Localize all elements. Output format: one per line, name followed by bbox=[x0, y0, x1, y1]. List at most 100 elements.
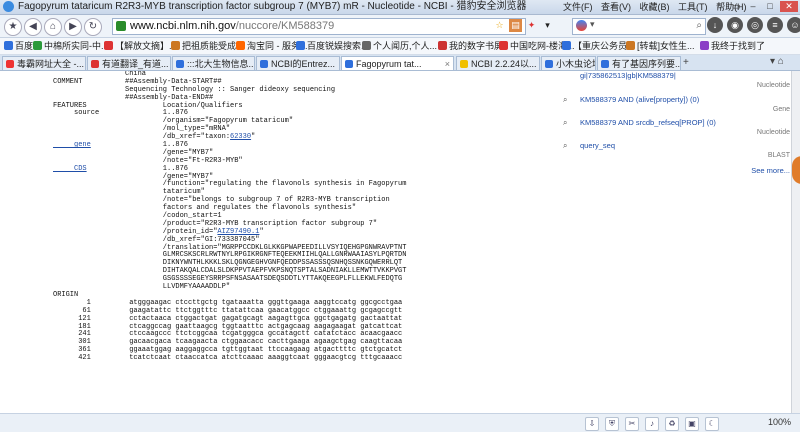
vertical-scrollbar[interactable] bbox=[791, 71, 800, 413]
recent-activity-item[interactable]: ⌕ query_seq bbox=[560, 141, 790, 151]
refresh-button[interactable]: ↻ bbox=[84, 18, 102, 36]
browser-tab[interactable]: :::北大生物信息... bbox=[172, 56, 255, 70]
record-value-tail: " bbox=[251, 133, 256, 142]
recent-activity-item[interactable]: gi|735862513|gb|KM588379| bbox=[560, 71, 790, 81]
bookmark-label: [转载]女性生... bbox=[637, 41, 695, 51]
download-icon[interactable]: ↓ bbox=[707, 17, 723, 33]
record-xref-link[interactable]: 62330 bbox=[230, 133, 251, 141]
volume-icon[interactable]: ♪ bbox=[645, 417, 659, 431]
address-dropdown-icon[interactable]: ▾ bbox=[541, 19, 554, 32]
browser-tab[interactable]: NCBI的Entrez... bbox=[256, 56, 340, 70]
tab-close-icon[interactable]: × bbox=[445, 57, 450, 70]
minimize-button[interactable]: – bbox=[746, 1, 760, 12]
bookmark-item[interactable]: 【解放文摘】... bbox=[104, 38, 177, 54]
record-value: /product="R2R3-MYB transcription factor … bbox=[125, 219, 378, 228]
night-mode-icon[interactable]: ☾ bbox=[705, 417, 719, 431]
forward-button[interactable]: ▶ bbox=[64, 18, 82, 36]
feedback-tab-icon[interactable] bbox=[792, 156, 800, 184]
see-more-link[interactable]: See more... bbox=[751, 166, 790, 175]
record-value: /translation="MGRPPCCDKLGLKKGPWAPEEDILLV… bbox=[125, 243, 407, 252]
menu-favorites[interactable]: 收藏(B) bbox=[640, 2, 670, 12]
record-line: factors and regulates the flavonols synt… bbox=[53, 204, 406, 213]
bookmark-favicon-icon bbox=[104, 41, 113, 50]
status-icons: ⇩ ⛨ ✂ ♪ ♻ ▣ ☾ bbox=[585, 417, 719, 431]
search-box[interactable]: ▾ ⌕ bbox=[572, 18, 706, 35]
bookmark-page-icon[interactable]: ☆ bbox=[493, 19, 506, 32]
feature-key-link[interactable]: CDS bbox=[53, 165, 125, 174]
bookmark-label: 我的数字书屏 bbox=[449, 41, 504, 51]
record-value: GSGSSSSEGEYSRRPSFNSASAATSDEQSDDTLYTTAKQE… bbox=[125, 275, 403, 284]
bookmark-item[interactable]: 【重庆公务员... bbox=[562, 38, 635, 54]
bookmark-item[interactable]: 把祖质能受成... bbox=[171, 38, 244, 54]
recent-activity-link[interactable]: query_seq bbox=[580, 141, 615, 150]
maximize-button[interactable]: □ bbox=[763, 1, 777, 12]
bookmark-favicon-icon bbox=[700, 41, 709, 50]
record-key: COMMENT bbox=[53, 77, 83, 86]
favorites-star-icon[interactable]: ★ bbox=[4, 18, 22, 36]
cleanup-icon[interactable]: ♻ bbox=[665, 417, 679, 431]
toolbar-icons: ↓ ◉ ◎ ≡ ☺ bbox=[707, 17, 800, 33]
tab-label: 有了基因序列要... bbox=[612, 59, 681, 69]
recent-activity-item[interactable]: ⌕ KM588379 AND srcdb_refseq[PROP] (0) bbox=[560, 118, 790, 128]
browser-tab[interactable]: NCBI 2.2.24以... bbox=[456, 56, 540, 70]
zoom-level[interactable]: 100% bbox=[768, 417, 791, 427]
home-button[interactable]: ⌂ bbox=[44, 18, 62, 36]
bookmark-item[interactable]: 百度锐娱搜索... bbox=[296, 38, 369, 54]
browser-tab[interactable]: 有了基因序列要... bbox=[597, 56, 681, 70]
status-bar: ⇩ ⛨ ✂ ♪ ♻ ▣ ☾ 100% bbox=[0, 413, 800, 432]
menu-tools[interactable]: 工具(T) bbox=[678, 2, 708, 12]
bookmark-label: 把祖质能受成... bbox=[182, 41, 244, 51]
menu-icon[interactable]: ≡ bbox=[767, 17, 783, 33]
bookmark-item[interactable]: 我终于找到了 bbox=[700, 38, 765, 54]
feature-key-link[interactable]: gene bbox=[53, 141, 125, 150]
browser-tab[interactable]: Fagopyrum tat... × bbox=[341, 56, 454, 70]
screenshot-icon[interactable]: ✂ bbox=[625, 417, 639, 431]
skin-icon[interactable]: ▭ bbox=[729, 1, 743, 12]
bookmark-item[interactable]: 百度 bbox=[4, 38, 33, 54]
navigation-bar: ★ ◀ ⌂ ▶ ↻ www.ncbi.nlm.nih.gov/nuccore/K… bbox=[0, 15, 800, 38]
new-tab-button[interactable]: + bbox=[683, 57, 689, 68]
bookmark-favicon-icon bbox=[562, 41, 571, 50]
recent-activity-link[interactable]: KM588379 AND (alive[property]) (0) bbox=[580, 95, 699, 104]
record-key: 421 bbox=[53, 354, 91, 363]
menu-file[interactable]: 文件(F) bbox=[563, 2, 593, 12]
tab-label: 有道翻译_有道... bbox=[102, 59, 169, 69]
search-icon: ⌕ bbox=[563, 95, 568, 104]
extension-icon[interactable]: ◉ bbox=[727, 17, 743, 33]
bookmark-item[interactable]: 我的数字书屏 bbox=[438, 38, 503, 54]
record-xref-link[interactable]: AIZ97490.1 bbox=[217, 228, 259, 236]
tab-label: 小木虫论坛 - 学... bbox=[556, 59, 595, 69]
recent-activity-item[interactable]: ⌕ KM588379 AND (alive[property]) (0) bbox=[560, 95, 790, 105]
rss-icon[interactable]: ▤ bbox=[509, 19, 522, 32]
record-value: factors and regulates the flavonols synt… bbox=[125, 204, 357, 213]
recent-activity-link[interactable]: gi|735862513|gb|KM588379| bbox=[580, 71, 676, 80]
search-icon[interactable]: ⌕ bbox=[696, 20, 702, 31]
record-value: cctactaaca ctggactgat gagatgcagt aagagtt… bbox=[125, 314, 403, 323]
tab-favicon-icon bbox=[460, 60, 468, 68]
address-url[interactable]: www.ncbi.nlm.nih.gov/nuccore/KM588379 bbox=[130, 20, 334, 32]
record-value: ##Assembly-Data-END## bbox=[125, 93, 214, 102]
menu-view[interactable]: 查看(V) bbox=[601, 2, 631, 12]
close-button[interactable]: ✕ bbox=[780, 1, 798, 12]
tools-icon[interactable]: ◎ bbox=[747, 17, 763, 33]
browser-tab[interactable]: 小木虫论坛 - 学... bbox=[541, 56, 596, 70]
bookmark-item[interactable]: [转载]女性生... bbox=[626, 38, 695, 54]
tab-favicon-icon bbox=[545, 60, 553, 68]
tab-favicon-icon bbox=[91, 60, 99, 68]
bookmark-item[interactable]: 个人闻历,个人... bbox=[362, 38, 437, 54]
bookmark-item[interactable]: 中棉所实同-中... bbox=[33, 38, 109, 54]
back-button[interactable]: ◀ bbox=[24, 18, 42, 36]
translate-icon[interactable]: ✦ bbox=[525, 19, 538, 32]
recent-activity-link[interactable]: KM588379 AND srcdb_refseq[PROP] (0) bbox=[580, 118, 716, 127]
download-manager-icon[interactable]: ⇩ bbox=[585, 417, 599, 431]
window-icon[interactable]: ▣ bbox=[685, 417, 699, 431]
tab-list-icon[interactable]: ▾ ⌂ bbox=[770, 56, 784, 67]
browser-tab[interactable]: 有道翻译_有道... bbox=[87, 56, 171, 70]
tab-favicon-icon bbox=[176, 60, 184, 68]
address-bar[interactable]: www.ncbi.nlm.nih.gov/nuccore/KM588379 bbox=[112, 18, 526, 35]
browser-tab[interactable]: 毒霸网址大全 -... bbox=[2, 56, 86, 70]
shield-icon[interactable]: ⛨ bbox=[605, 417, 619, 431]
record-value: Location/Qualifiers bbox=[125, 101, 243, 110]
search-engine-dropdown-icon[interactable]: ▾ bbox=[590, 19, 595, 30]
account-icon[interactable]: ☺ bbox=[787, 17, 800, 33]
